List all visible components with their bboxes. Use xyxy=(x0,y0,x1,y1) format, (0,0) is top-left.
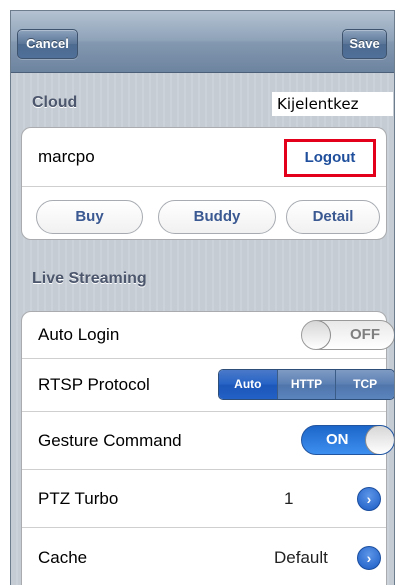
rtsp-protocol-label: RTSP Protocol xyxy=(38,375,150,394)
rtsp-protocol-segmented-control: Auto HTTP TCP xyxy=(218,369,394,400)
toggle-state-text: ON xyxy=(326,431,349,448)
cache-label: Cache xyxy=(38,548,88,567)
save-button[interactable]: Save xyxy=(342,29,387,59)
buddy-button[interactable]: Buddy xyxy=(158,200,276,234)
toggle-state-text: OFF xyxy=(350,326,380,343)
segment-auto[interactable]: Auto xyxy=(219,370,277,399)
logout-translation-tooltip: Kijelentkez xyxy=(272,92,393,116)
detail-button[interactable]: Detail xyxy=(286,200,380,234)
cloud-section-header: Cloud xyxy=(32,94,78,111)
buy-button[interactable]: Buy xyxy=(36,200,143,234)
toggle-knob xyxy=(302,321,331,349)
ptz-turbo-row[interactable]: PTZ Turbo 1 › xyxy=(22,470,386,528)
username-label: marcpo xyxy=(38,147,95,166)
cache-value: Default xyxy=(274,548,328,567)
segment-tcp[interactable]: TCP xyxy=(335,370,394,399)
segment-http[interactable]: HTTP xyxy=(276,370,336,399)
cloud-account-row: marcpo Logout xyxy=(22,128,386,187)
ptz-turbo-value: 1 xyxy=(284,488,294,508)
gesture-command-label: Gesture Command xyxy=(38,430,182,450)
auto-login-row: Auto Login OFF xyxy=(22,312,394,359)
cloud-group: marcpo Logout Buy Buddy Detail xyxy=(21,127,387,240)
logout-button[interactable]: Logout xyxy=(284,139,376,177)
cache-row[interactable]: Cache Default › xyxy=(22,528,386,585)
live-streaming-section-header: Live Streaming xyxy=(32,270,147,287)
ptz-turbo-label: PTZ Turbo xyxy=(38,488,119,508)
gesture-command-row: Gesture Command ON xyxy=(22,412,394,470)
live-streaming-group: Auto Login OFF RTSP Protocol Auto HTTP T… xyxy=(21,311,394,585)
navigation-bar: Cancel Save xyxy=(11,11,394,73)
gesture-command-toggle[interactable]: ON xyxy=(301,425,394,455)
auto-login-label: Auto Login xyxy=(38,325,120,344)
cancel-button[interactable]: Cancel xyxy=(17,29,78,59)
auto-login-toggle[interactable]: OFF xyxy=(301,320,394,350)
chevron-right-icon[interactable]: › xyxy=(357,487,381,511)
rtsp-protocol-row: RTSP Protocol Auto HTTP TCP xyxy=(22,359,394,412)
chevron-right-icon[interactable]: › xyxy=(357,546,381,570)
toggle-knob xyxy=(365,426,394,454)
